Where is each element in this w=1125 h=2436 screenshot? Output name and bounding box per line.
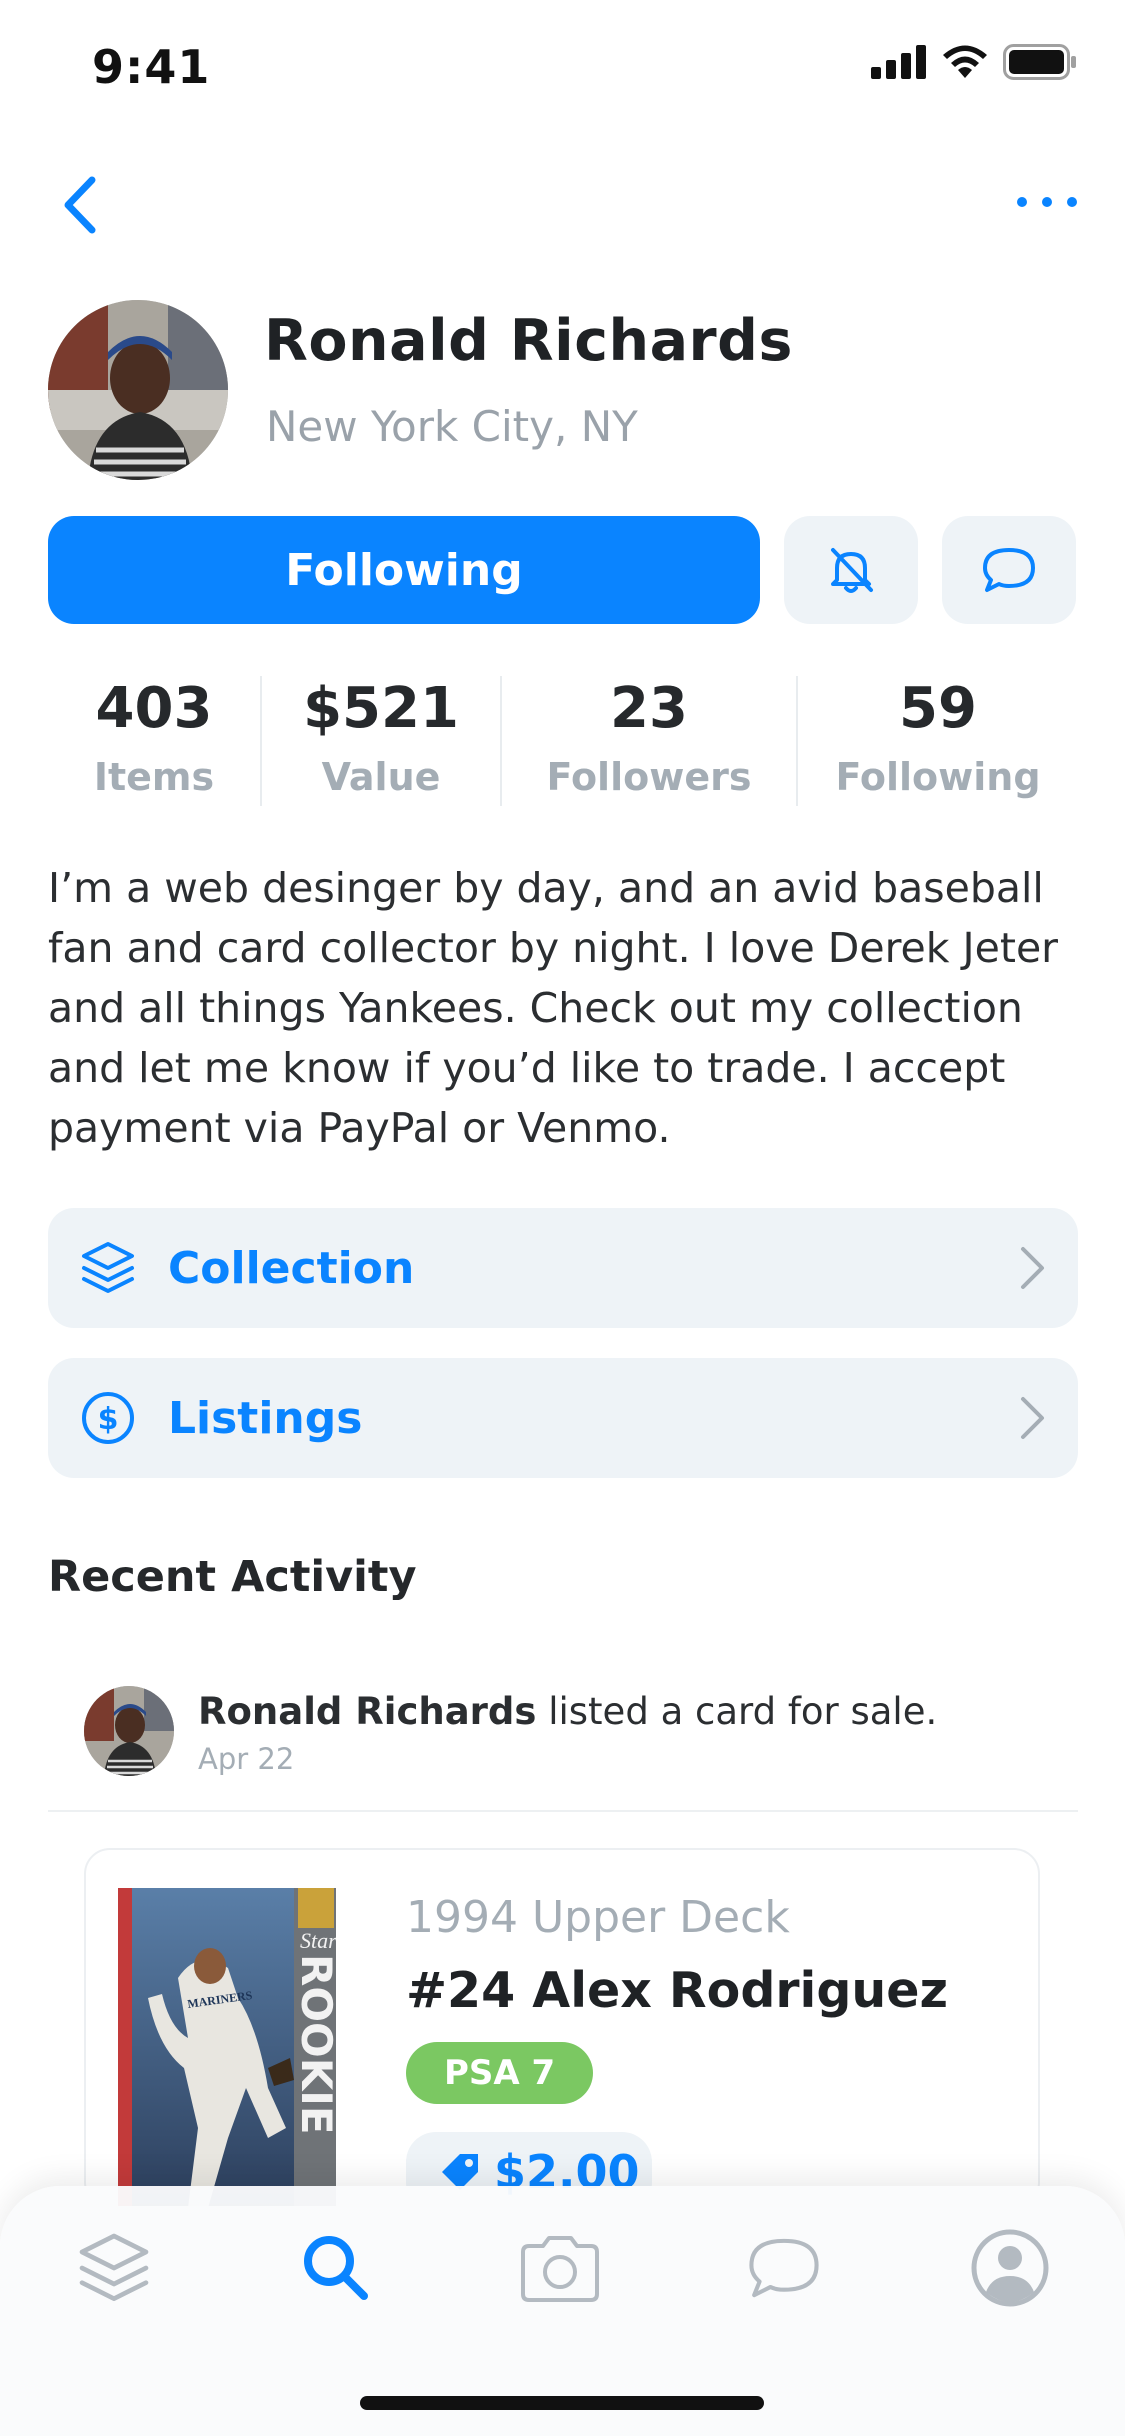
message-button[interactable]: [942, 516, 1076, 624]
status-time: 9:41: [92, 40, 211, 94]
listing-card[interactable]: MARINERS Star ROOKIE 1994 Upper Deck #24…: [84, 1848, 1040, 2208]
divider: [48, 1810, 1078, 1812]
recent-activity-title: Recent Activity: [48, 1552, 417, 1602]
stat-label: Value: [321, 755, 441, 799]
profile-icon: [971, 2229, 1049, 2307]
card-year-set: 1994 Upper Deck: [406, 1892, 790, 1943]
camera-icon: [521, 2236, 599, 2302]
more-dot-icon: [1017, 197, 1027, 207]
home-indicator: [360, 2396, 764, 2410]
activity-date: Apr 22: [198, 1742, 295, 1776]
activity-text: Ronald Richards listed a card for sale.: [198, 1690, 937, 1733]
listings-link[interactable]: $ Listings: [48, 1358, 1078, 1478]
nav-bar: [0, 160, 1125, 250]
profile-name: Ronald Richards: [264, 308, 793, 374]
stat-following[interactable]: 59 Following: [798, 676, 1078, 806]
tab-collection[interactable]: [64, 2218, 164, 2318]
svg-text:$: $: [98, 1402, 119, 1437]
card-image: MARINERS Star ROOKIE: [118, 1888, 336, 2206]
back-button[interactable]: [60, 170, 120, 240]
tab-search[interactable]: [286, 2218, 386, 2318]
stat-value: 59: [899, 676, 977, 741]
activity-avatar: [84, 1686, 174, 1776]
collection-label: Collection: [168, 1242, 415, 1294]
tab-messages[interactable]: [734, 2218, 834, 2318]
chevron-right-icon: [1012, 1388, 1052, 1448]
status-bar: 9:41: [0, 0, 1125, 132]
stat-label: Items: [93, 755, 215, 799]
stat-followers[interactable]: 23 Followers: [502, 676, 798, 806]
stat-label: Followers: [546, 755, 752, 799]
grade-badge: PSA 7: [406, 2042, 594, 2104]
profile-location: New York City, NY: [266, 402, 638, 451]
wifi-icon: [943, 45, 987, 78]
following-button[interactable]: Following: [48, 516, 760, 624]
profile-bio: I’m a web desinger by day, and an avid b…: [48, 864, 1059, 1152]
activity-actor[interactable]: Ronald Richards: [198, 1690, 536, 1733]
status-icons: [871, 44, 1077, 80]
listings-label: Listings: [168, 1392, 363, 1444]
more-dot-icon: [1042, 197, 1052, 207]
signal-icon: [871, 45, 926, 79]
card-title: #24 Alex Rodriguez: [406, 1962, 949, 2019]
more-dot-icon: [1067, 197, 1077, 207]
chat-bubble-icon: [983, 548, 1035, 592]
battery-icon: [1003, 44, 1076, 80]
dollar-circle-icon: $: [78, 1388, 138, 1448]
bell-slash-icon: [831, 548, 873, 593]
chevron-right-icon: [1012, 1238, 1052, 1298]
profile-stats: 403 Items $521 Value 23 Followers 59 Fol…: [48, 676, 1078, 806]
activity-item[interactable]: Ronald Richards listed a card for sale. …: [84, 1686, 1074, 1776]
stat-items[interactable]: 403 Items: [48, 676, 262, 806]
activity-action: listed a card for sale.: [536, 1690, 938, 1733]
chevron-left-icon: [64, 176, 96, 234]
stat-value: 23: [610, 676, 688, 741]
more-options-button[interactable]: [1017, 182, 1077, 222]
card-rookie-text: ROOKIE: [292, 1954, 336, 2135]
stat-label: Following: [835, 755, 1041, 799]
notifications-button[interactable]: [784, 516, 918, 624]
stat-value: $521: [303, 676, 459, 741]
layers-icon: [78, 1238, 138, 1298]
card-star-text: Star: [300, 1928, 336, 1953]
stat-value: 403: [95, 676, 213, 741]
tab-profile[interactable]: [960, 2218, 1060, 2318]
collection-link[interactable]: Collection: [48, 1208, 1078, 1328]
stat-value-total[interactable]: $521 Value: [262, 676, 502, 806]
layers-icon: [79, 2233, 149, 2301]
chat-bubble-icon: [749, 2238, 819, 2298]
search-icon: [304, 2236, 368, 2300]
tab-camera[interactable]: [510, 2218, 610, 2318]
profile-avatar: [48, 300, 228, 480]
